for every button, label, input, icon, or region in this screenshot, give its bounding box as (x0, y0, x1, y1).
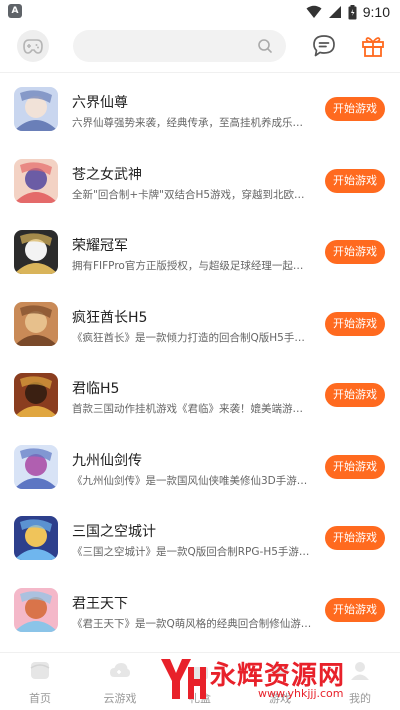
message-icon[interactable] (311, 33, 337, 59)
nav-item-2[interactable]: 礼盒 (170, 659, 230, 706)
nav-label: 礼盒 (189, 692, 211, 705)
gift-icon[interactable] (360, 33, 386, 59)
avatar[interactable] (17, 30, 49, 62)
game-description: 拥有FIFPro官方正版授权，与超级足球经理一起运营您... (72, 260, 312, 272)
nav-item-4[interactable]: 我的 (330, 659, 390, 706)
start-game-button[interactable]: 开始游戏 (325, 311, 385, 336)
game-description: 《九州仙剑传》是一款国风仙侠唯美修仙3D手游！在游... (72, 474, 312, 487)
search-icon[interactable] (257, 38, 273, 54)
game-cover-icon[interactable] (14, 373, 58, 417)
signal-icon (328, 6, 341, 18)
nav-label: 游戏 (269, 692, 291, 705)
app-notification-icon: A (8, 4, 22, 18)
game-row[interactable]: 疯狂酋长H5 《疯狂酋长》是一款倾力打造的回合制Q版H5手机游戏... 开始游戏 (0, 288, 400, 360)
home-icon (29, 662, 51, 685)
game-title: 九州仙剑传 (72, 452, 142, 469)
nav-label: 我的 (349, 692, 371, 705)
game-row[interactable]: 君临H5 首款三国动作挂机游戏《君临》来袭！媲美端游高画质... 开始游戏 (0, 359, 400, 431)
start-game-button[interactable]: 开始游戏 (325, 526, 385, 550)
nav-item-3[interactable]: 游戏 (250, 659, 310, 706)
game-cover-icon[interactable] (14, 587, 58, 632)
game-description: 《君王天下》是一款Q萌风格的经典回合制修仙游戏，题... (72, 617, 312, 630)
game-title: 荣耀冠军 (72, 238, 128, 254)
search-input[interactable] (87, 30, 257, 62)
game-row[interactable]: 君王天下《君王天下》是一款Q萌风格的经典回合制修仙游戏，题... 开始游戏 (0, 574, 400, 646)
nav-item-0[interactable]: 首页 (10, 659, 70, 706)
game-cover-icon[interactable] (14, 158, 58, 203)
game-icon (269, 664, 291, 685)
game-description: 首款三国动作挂机游戏《君临》来袭！媲美端游高画质... (72, 403, 312, 415)
start-game-button[interactable]: 开始游戏 (325, 97, 385, 121)
bottom-navigation: 首页 云游戏 礼盒 游戏 我的 (0, 652, 400, 710)
game-cover-icon[interactable] (14, 87, 58, 131)
game-row[interactable]: 九州仙剑传《九州仙剑传》是一款国风仙侠唯美修仙3D手游！在游... 开始游戏 (0, 431, 400, 503)
game-description: 《疯狂酋长》是一款倾力打造的回合制Q版H5手机游戏... (72, 331, 312, 344)
nav-label: 云游戏 (103, 692, 137, 705)
game-description: 全新"回合制+卡牌"双结合H5游戏，穿越到北欧希腊苏美... (72, 188, 312, 201)
nav-label: 首页 (29, 692, 51, 705)
start-game-button[interactable]: 开始游戏 (325, 168, 385, 193)
clock: 9:10 (362, 4, 390, 20)
game-row[interactable]: 荣耀冠军拥有FIFPro官方正版授权，与超级足球经理一起运营您... 开始游戏 (0, 216, 400, 288)
game-title: 君王天下 (72, 595, 128, 612)
game-title: 苍之女武神 (72, 166, 142, 183)
game-description: 六界仙尊强势来袭，经典传承，至高挂机养成乐趣，竞... (72, 117, 312, 129)
game-title: 三国之空城计 (72, 524, 156, 540)
status-bar: A 9:10 (0, 0, 400, 24)
battery-icon (348, 4, 357, 19)
game-description: 《三国之空城计》是一款Q版回合制RPG-H5手游。游戏... (72, 546, 312, 558)
nav-item-1[interactable]: 云游戏 (90, 659, 150, 706)
game-cover-icon[interactable] (14, 230, 58, 274)
cloud-game-icon (109, 663, 131, 685)
wifi-icon (306, 5, 322, 18)
gamepad-avatar-icon (23, 39, 43, 54)
start-game-button[interactable]: 开始游戏 (325, 454, 385, 479)
game-title: 六界仙尊 (72, 95, 128, 111)
game-cover-icon[interactable] (14, 301, 58, 346)
start-game-button[interactable]: 开始游戏 (325, 597, 385, 622)
gift-icon (189, 666, 211, 685)
game-title: 君临H5 (72, 381, 120, 397)
start-game-button[interactable]: 开始游戏 (325, 240, 385, 264)
profile-icon (349, 662, 371, 685)
game-row[interactable]: 三国之空城计《三国之空城计》是一款Q版回合制RPG-H5手游。游戏... 开始游戏 (0, 502, 400, 574)
status-icons: 9:10 (306, 3, 390, 21)
game-row[interactable]: 苍之女武神全新"回合制+卡牌"双结合H5游戏，穿越到北欧希腊苏美... 开始游戏 (0, 145, 400, 217)
game-cover-icon[interactable] (14, 444, 58, 489)
start-game-button[interactable]: 开始游戏 (325, 383, 385, 407)
game-title: 疯狂酋长H5 (72, 309, 148, 326)
search-bar[interactable] (73, 30, 286, 62)
game-cover-icon[interactable] (14, 516, 58, 560)
top-header (0, 24, 400, 72)
game-row[interactable]: 六界仙尊六界仙尊强势来袭，经典传承，至高挂机养成乐趣，竞... 开始游戏 (0, 73, 400, 145)
game-list: 六界仙尊 六界仙尊强势来袭，经典传承，至高挂机养成乐趣，竞... 开始游戏 苍之女武神… (0, 73, 400, 645)
